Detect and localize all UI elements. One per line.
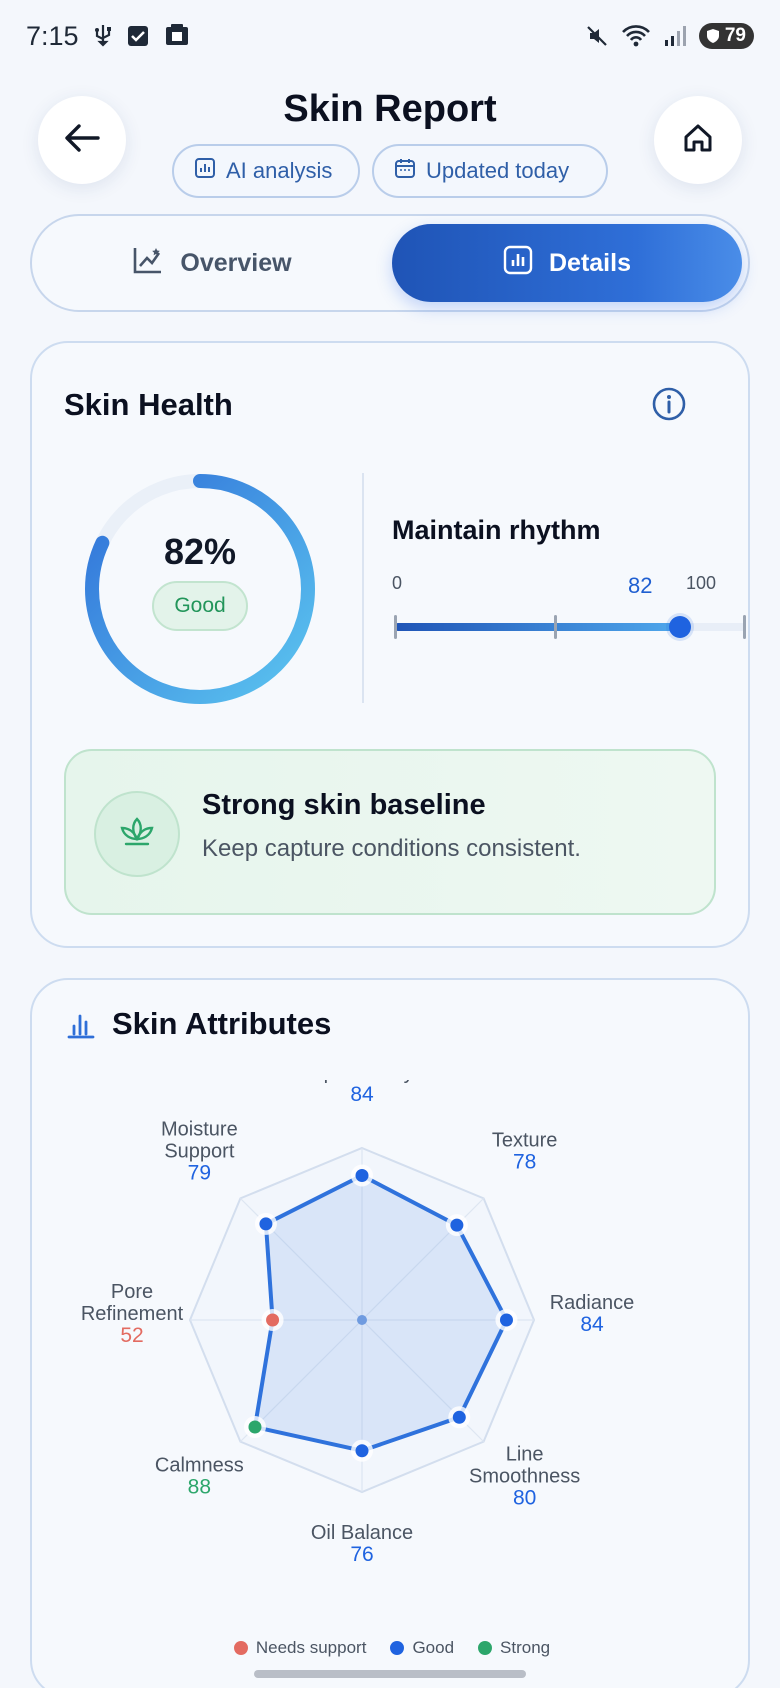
bar-chart-icon [503, 245, 533, 282]
view-tabs: Overview Details [30, 214, 750, 312]
rating-badge: Good [152, 581, 248, 631]
radar-value-label: 79 [188, 1161, 211, 1184]
legend-item: Strong [478, 1638, 550, 1658]
bar-chart-icon [66, 1010, 96, 1045]
trend-chart-icon [132, 245, 164, 282]
radar-point [452, 1410, 466, 1424]
updated-label: Updated today [426, 158, 570, 183]
home-icon [682, 122, 714, 159]
status-left: 7:15 [26, 21, 191, 52]
radar-point [355, 1444, 369, 1458]
slider-tick [394, 615, 397, 639]
radar-axis-label: Radiance [550, 1292, 635, 1314]
radar-axis-label: Oil Balance [311, 1522, 413, 1544]
home-button[interactable] [654, 96, 742, 184]
chart-icon [194, 157, 216, 185]
radar-value-label: 80 [513, 1487, 536, 1510]
attributes-radar-chart: Spot Clarity84Texture78Radiance84LineSmo… [81, 1080, 635, 1566]
wifi-icon [621, 24, 651, 48]
divider [362, 473, 364, 703]
header: Skin Report AI analysis Updated today [0, 80, 780, 210]
baseline-title: Strong skin baseline [202, 789, 486, 821]
baseline-text: Keep capture conditions consistent. [202, 835, 581, 862]
clipboard-icon [163, 23, 191, 49]
tab-overview[interactable]: Overview [42, 224, 382, 302]
legend-dot [478, 1641, 493, 1655]
radar-center-dot [357, 1315, 367, 1325]
radar-axis-label: Moisture Support [161, 1118, 238, 1162]
status-bar: 7:15 79 [0, 0, 780, 72]
battery-level: 79 [724, 25, 746, 46]
usb-icon [93, 23, 113, 49]
skin-attributes-card: Skin Attributes Spot Clarity84Texture78R… [30, 978, 750, 1688]
battery-icon: 79 [698, 23, 754, 49]
radar-point [248, 1420, 262, 1434]
slider-thumb [669, 616, 691, 638]
legend-item: Needs support [233, 1638, 367, 1658]
scale-max: 100 [686, 573, 717, 593]
lotus-icon [118, 815, 156, 854]
slider-tick [554, 615, 557, 639]
baseline-banner: Strong skin baseline Keep capture condit… [64, 749, 716, 915]
leaf-badge [94, 791, 180, 877]
legend-dot [390, 1641, 405, 1655]
radar-value-label: 84 [350, 1083, 374, 1106]
radar-value-label: 52 [120, 1324, 143, 1347]
tab-details-label: Details [549, 248, 631, 277]
radar-point [259, 1217, 273, 1231]
scale-min: 0 [392, 573, 403, 593]
slider-tick [743, 615, 746, 639]
radar-value-label: 88 [188, 1476, 211, 1499]
radar-point [450, 1218, 464, 1232]
skin-health-card: Skin Health 82% Good Maintain rhythm 0 8… [30, 341, 750, 948]
mute-icon [585, 24, 609, 48]
skin-health-title: Skin Health [64, 387, 233, 422]
skin-attributes-title: Skin Attributes [112, 1006, 332, 1041]
checkbox-icon [127, 25, 149, 47]
health-gauge: 82% Good [80, 469, 320, 709]
legend-label: Needs support [255, 1638, 367, 1657]
rhythm-slider [394, 613, 746, 639]
radar-axis-label: Pore Refinement [81, 1281, 184, 1325]
ai-analysis-chip: AI analysis [172, 144, 360, 198]
radar-value-label: 84 [580, 1313, 604, 1336]
health-score: 82% [163, 531, 237, 572]
radar-axis-label: Line Smoothness [469, 1444, 580, 1488]
scale-value: 82 [628, 573, 653, 598]
ai-analysis-label: AI analysis [226, 158, 333, 183]
updated-chip: Updated today [372, 144, 608, 198]
legend-label: Strong [500, 1638, 551, 1657]
radar-value-label: 78 [513, 1150, 536, 1173]
status-right: 79 [585, 23, 754, 49]
radar-point [499, 1313, 513, 1327]
legend-label: Good [412, 1638, 455, 1657]
calendar-icon [394, 157, 416, 185]
legend-item: Good [390, 1638, 454, 1658]
info-icon[interactable] [652, 387, 686, 426]
radar-axis-label: Texture [492, 1129, 558, 1151]
radar-point [266, 1313, 280, 1327]
legend-dot [233, 1641, 248, 1655]
rhythm-title: Maintain rhythm [392, 515, 601, 545]
slider-fill [394, 623, 680, 631]
clock: 7:15 [26, 20, 79, 51]
radar-axis-label: Calmness [155, 1455, 244, 1477]
radar-value-label: 76 [350, 1543, 373, 1566]
chart-legend: Needs support Good Strong [32, 1638, 752, 1658]
radar-point [355, 1169, 369, 1183]
tab-overview-label: Overview [180, 248, 292, 277]
signal-icon [663, 24, 687, 48]
home-indicator[interactable] [254, 1670, 526, 1678]
tab-details[interactable]: Details [392, 224, 742, 302]
